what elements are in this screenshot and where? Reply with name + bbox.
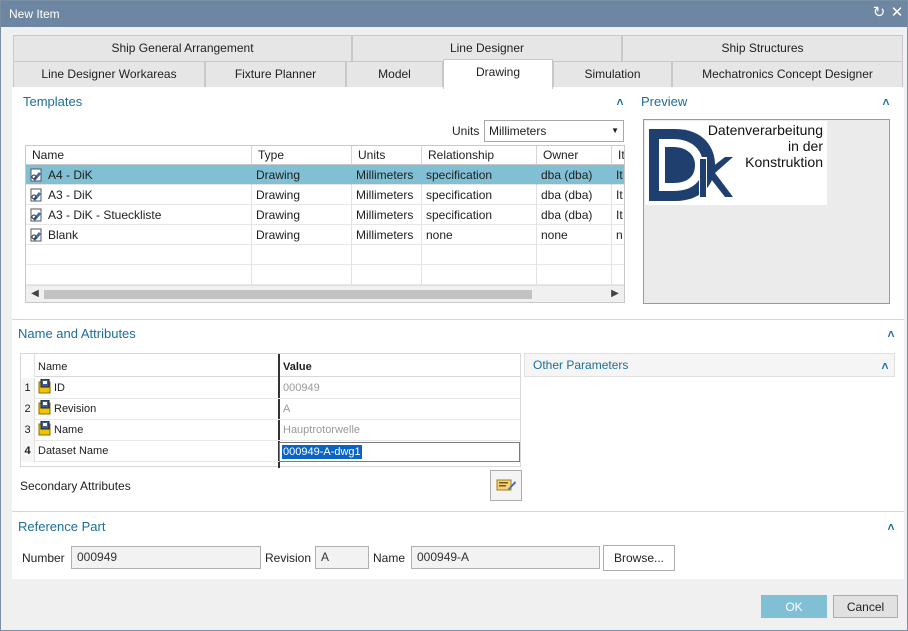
close-icon[interactable]: ✕ — [888, 3, 906, 23]
reference-revision-field[interactable]: A — [315, 546, 369, 569]
col-header-type[interactable]: Type — [252, 146, 352, 165]
name-label: Name — [373, 551, 406, 565]
attributes-header: Name Value — [21, 354, 520, 468]
dataset-name-selected-text: 000949-A-dwg1 — [282, 445, 362, 459]
tab-ship-structures[interactable]: Ship Structures — [622, 35, 903, 61]
col-header-owner[interactable]: Owner — [537, 146, 612, 165]
table-row-empty — [26, 245, 624, 265]
attribute-row-revision[interactable]: 2 Revision A — [21, 399, 520, 420]
templates-table: Name Type Units Relationship Owner It A4… — [25, 145, 625, 303]
units-label: Units — [452, 124, 480, 138]
table-row[interactable]: Blank Drawing Millimeters none none n — [26, 225, 624, 245]
table-row[interactable]: A3 - DiK - Stueckliste Drawing Millimete… — [26, 205, 624, 225]
cancel-button[interactable]: Cancel — [833, 595, 898, 618]
table-row-empty — [26, 265, 624, 285]
name-value: Hauptrotorwelle — [283, 424, 361, 436]
edit-form-icon — [496, 479, 516, 496]
tab-model[interactable]: Model — [346, 61, 443, 87]
collapse-preview-chevron-icon[interactable]: ˄ — [880, 96, 892, 108]
drawing-template-icon — [30, 228, 44, 242]
collapse-other-parameters-chevron-icon[interactable]: ˄ — [879, 360, 891, 372]
col-header-relationship[interactable]: Relationship — [422, 146, 537, 165]
tab-ship-general-arrangement[interactable]: Ship General Arrangement — [13, 35, 352, 61]
new-item-dialog: New Item ↻ ✕ Ship General Arrangement Li… — [0, 0, 908, 631]
col-header-attr-name: Name — [38, 361, 68, 373]
col-header-name[interactable]: Name — [26, 146, 252, 165]
preview-box: Datenverarbeitung in der Konstruktion — [643, 119, 890, 304]
tab-row-2: Line Designer Workareas Fixture Planner … — [13, 59, 903, 89]
drawing-template-icon — [30, 208, 44, 222]
collapse-templates-chevron-icon[interactable]: ˄ — [614, 96, 626, 108]
col-header-units[interactable]: Units — [352, 146, 422, 165]
id-value: 000949 — [283, 382, 320, 394]
scroll-right-icon[interactable]: ▶ — [608, 287, 622, 301]
browse-button[interactable]: Browse... — [603, 545, 675, 571]
tab-line-designer[interactable]: Line Designer — [352, 35, 622, 61]
scrollbar-thumb[interactable] — [44, 290, 532, 299]
table-row[interactable]: A4 - DiK Drawing Millimeters specificati… — [26, 165, 624, 185]
dropdown-arrow-icon: ▼ — [611, 126, 619, 135]
dik-logo: Datenverarbeitung in der Konstruktion — [645, 121, 827, 205]
col-header-it[interactable]: It — [612, 146, 624, 165]
section-divider — [12, 319, 904, 320]
attribute-row-name[interactable]: 3 Name Hauptrotorwelle — [21, 420, 520, 441]
preview-section-title: Preview — [641, 94, 688, 109]
collapse-name-attributes-chevron-icon[interactable]: ˄ — [885, 328, 897, 340]
scroll-left-icon[interactable]: ◀ — [28, 287, 42, 301]
section-divider — [12, 511, 904, 512]
attribute-row-dataset-name[interactable]: 4 Dataset Name 000949-A-dwg1 — [21, 441, 520, 462]
drawing-template-icon — [30, 188, 44, 202]
logo-text: Datenverarbeitung in der Konstruktion — [707, 122, 823, 170]
tab-row-1: Ship General Arrangement Line Designer S… — [13, 35, 903, 61]
attributes-grid: Name Value 1 ID 000949 2 Revision A 3 Na… — [20, 353, 521, 468]
col-header-attr-value: Value — [283, 361, 312, 373]
required-property-icon — [38, 420, 52, 436]
templates-section-title: Templates — [23, 94, 83, 109]
revision-value: A — [283, 403, 291, 415]
reference-name-field[interactable]: 000949-A — [411, 546, 600, 569]
collapse-reference-part-chevron-icon[interactable]: ˄ — [885, 521, 897, 533]
horizontal-scrollbar[interactable]: ◀ ▶ — [26, 285, 624, 302]
name-attributes-section-title: Name and Attributes — [18, 326, 136, 341]
reference-number-field[interactable]: 000949 — [71, 546, 261, 569]
attribute-row-id[interactable]: 1 ID 000949 — [21, 378, 520, 399]
ok-button[interactable]: OK — [761, 595, 827, 618]
other-parameters-title: Other Parameters — [533, 358, 629, 372]
tab-fixture-planner[interactable]: Fixture Planner — [205, 61, 346, 87]
secondary-attributes-label: Secondary Attributes — [20, 479, 131, 493]
dataset-name-input[interactable]: 000949-A-dwg1 — [279, 442, 520, 462]
tab-mechatronics-concept-designer[interactable]: Mechatronics Concept Designer — [672, 61, 903, 87]
secondary-attributes-button[interactable] — [490, 470, 522, 501]
window-title: New Item — [9, 7, 60, 21]
refresh-icon[interactable]: ↻ — [870, 3, 888, 23]
required-property-icon — [38, 399, 52, 415]
revision-label: Revision — [265, 551, 312, 565]
reference-part-section-title: Reference Part — [18, 519, 106, 534]
table-row[interactable]: A3 - DiK Drawing Millimeters specificati… — [26, 185, 624, 205]
number-label: Number — [22, 551, 65, 565]
title-bar: New Item ↻ ✕ — [1, 1, 907, 27]
tab-drawing[interactable]: Drawing — [443, 59, 553, 89]
required-property-icon — [38, 378, 52, 394]
drawing-template-icon — [30, 168, 44, 182]
units-select[interactable]: Millimeters ▼ — [484, 120, 624, 142]
other-parameters-header[interactable]: Other Parameters ˄ — [524, 353, 895, 377]
tab-simulation[interactable]: Simulation — [553, 61, 672, 87]
tab-line-designer-workareas[interactable]: Line Designer Workareas — [13, 61, 205, 87]
